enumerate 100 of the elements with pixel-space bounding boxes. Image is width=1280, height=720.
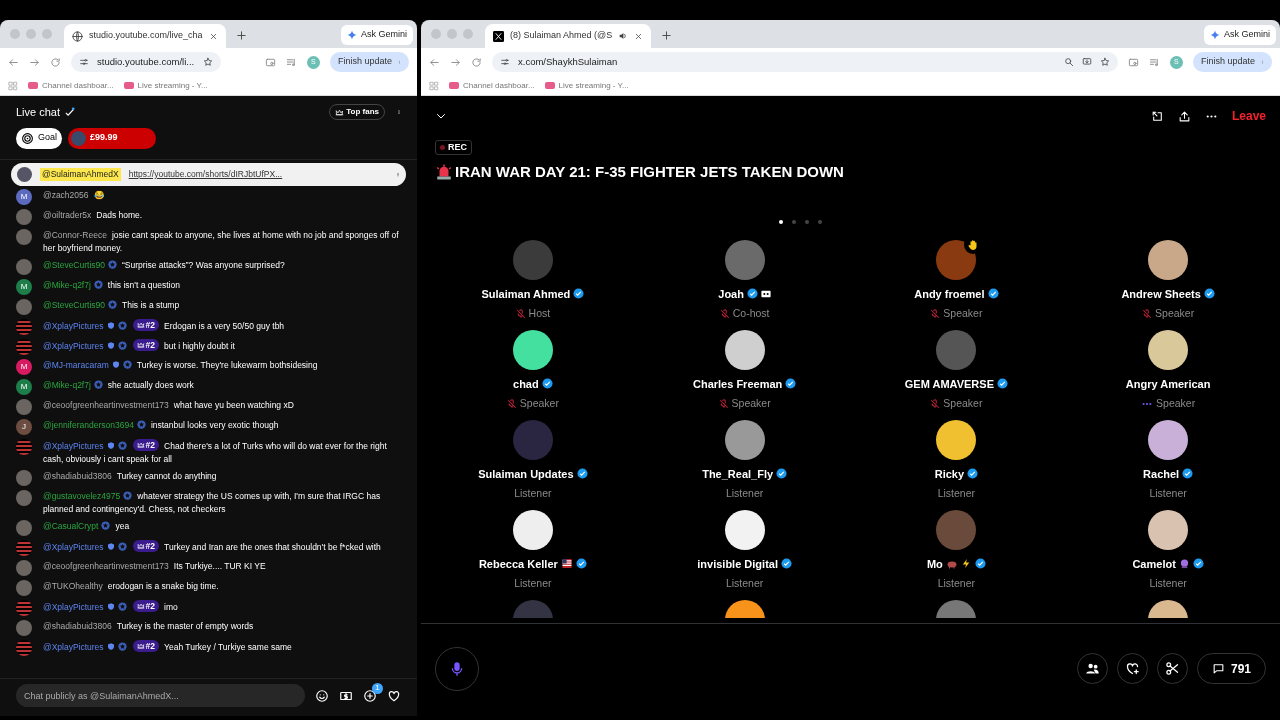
avatar — [16, 399, 32, 415]
pinned-message[interactable]: @SulaimanAhmedX https://youtube.com/shorts/dIRJbtUfPX... — [11, 163, 406, 186]
goal-button[interactable]: Goal — [16, 127, 62, 149]
playlist-icon[interactable] — [1148, 56, 1160, 68]
finish-update-button[interactable]: Finish update — [329, 52, 409, 72]
participant-name: chad — [513, 376, 539, 392]
back-icon[interactable] — [8, 56, 19, 68]
tab-search-icon[interactable] — [264, 56, 276, 68]
add-icon[interactable] — [363, 688, 377, 703]
star-icon[interactable] — [1099, 57, 1110, 67]
rank-badge: #2 — [132, 600, 160, 612]
participant-role: Listener — [514, 486, 552, 501]
reload-icon[interactable] — [50, 56, 61, 68]
crown-icon — [335, 107, 345, 117]
avatar[interactable] — [936, 239, 977, 280]
super-chat-ticker[interactable]: £99.99 — [68, 127, 156, 149]
tab-title: studio.youtube.com/live_cha — [89, 29, 203, 43]
star-icon[interactable] — [203, 57, 213, 67]
browser-tab[interactable]: studio.youtube.com/live_cha — [64, 24, 226, 48]
new-tab-icon[interactable] — [661, 30, 673, 41]
chat-message: @XplayPictures #2 Yeah Turkey / Turkiye same same — [43, 640, 292, 654]
close-icon[interactable] — [634, 31, 644, 41]
crown-icon — [136, 321, 145, 329]
participant-name: Charles Freeman — [693, 376, 783, 392]
back-icon[interactable] — [429, 56, 440, 68]
share-icon[interactable] — [1177, 109, 1191, 123]
scissors-icon — [1164, 661, 1180, 677]
new-tab-icon[interactable] — [235, 30, 247, 41]
picture-in-picture-icon[interactable] — [1150, 109, 1164, 123]
emoji-icon[interactable] — [315, 688, 329, 703]
install-icon[interactable] — [1081, 57, 1092, 67]
notification-badge: 1 — [372, 682, 383, 694]
avatar[interactable] — [512, 509, 553, 550]
participant-role: Listener — [725, 486, 764, 501]
participant-role: Listener — [937, 576, 976, 591]
speaker-icon[interactable] — [618, 31, 629, 41]
people-icon — [1084, 661, 1100, 677]
microphone-icon — [449, 660, 465, 677]
playlist-icon[interactable] — [285, 56, 297, 68]
address-text: studio.youtube.com/li... — [97, 54, 195, 69]
rank-badge: #2 — [132, 339, 160, 351]
avatar[interactable] — [936, 419, 977, 460]
forward-icon[interactable] — [29, 56, 40, 68]
message-link[interactable]: https://youtube.com/shorts/dIRJbtUfPX... — [128, 168, 388, 181]
participant-role: Co-host — [732, 306, 770, 321]
reload-icon[interactable] — [471, 56, 482, 68]
avatar[interactable] — [724, 419, 765, 460]
crown-icon — [136, 441, 145, 449]
flag-icon — [560, 559, 573, 569]
bookmark-link[interactable]: Live streaming - Y... — [123, 79, 208, 92]
comment-icon — [1211, 662, 1225, 676]
tab-search-icon[interactable] — [1127, 56, 1139, 68]
ask-gemini-button[interactable]: Ask Gemini — [1204, 25, 1276, 45]
rank-badge: #2 — [132, 319, 160, 331]
tab-title: (8) Sulaiman Ahmed (@S — [510, 29, 613, 43]
finish-update-button[interactable]: Finish update — [1192, 52, 1272, 72]
avatar: M — [16, 379, 32, 395]
chat-title: Live chat — [16, 104, 61, 120]
avatar — [16, 470, 32, 486]
chat-message: @ceoofgreenheartinvestment173 Its Turkiye.... TUR KI YE — [43, 560, 266, 573]
bookmark-link[interactable]: Channel dashboar... — [449, 79, 535, 92]
chat-input-field[interactable]: Chat publicly as @SulaimanAhmedX... — [16, 684, 305, 707]
avatar[interactable] — [724, 509, 765, 550]
chat-message: @MJ-maracaram Turkey is worse. They're lukewarm bothsidesing — [43, 359, 318, 372]
participant-role: Speaker — [731, 396, 771, 411]
chat-message: @CasualCrypt yea — [43, 520, 130, 533]
participant-role: Speaker — [943, 396, 983, 411]
browser-tab[interactable]: (8) Sulaiman Ahmed (@S — [485, 24, 652, 48]
avatar[interactable] — [1148, 239, 1189, 280]
participant-role: Listener — [937, 486, 976, 501]
bookmark-link[interactable]: Live streaming - Y... — [544, 79, 629, 92]
avatar[interactable] — [724, 329, 765, 370]
address-bar[interactable]: studio.youtube.com/li... — [71, 52, 221, 72]
check-icon — [64, 106, 76, 118]
zoom-icon[interactable] — [1063, 57, 1074, 67]
play-logo-icon — [544, 82, 555, 89]
participant-name: Rebecca Keller — [478, 556, 558, 572]
avatar[interactable] — [1148, 419, 1189, 460]
avatar — [16, 439, 32, 455]
participant-name: Mo — [926, 556, 943, 572]
avatar[interactable] — [1148, 509, 1189, 550]
crown-icon — [136, 602, 145, 610]
chat-message: @Mike-q2f7j she actually does work — [43, 379, 194, 392]
leave-button[interactable]: Leave — [1231, 107, 1266, 125]
crown-icon — [136, 341, 145, 349]
chat-message: @XplayPictures #2 Turkey and Iran are the ones that shouldn't be f*cked with — [43, 540, 381, 554]
bookmark-link[interactable]: Channel dashboar... — [28, 79, 114, 92]
author-name: @SulaimanAhmedX — [40, 168, 121, 181]
heart-icon[interactable] — [387, 688, 401, 703]
avatar[interactable] — [1148, 329, 1189, 370]
participant-name: Andrew Sheets — [1121, 286, 1201, 302]
crown-icon — [136, 542, 145, 550]
avatar: M — [16, 359, 32, 375]
address-text: x.com/ShaykhSulaiman — [518, 54, 619, 69]
participant-name: Ricky — [934, 466, 965, 482]
address-bar[interactable]: x.com/ShaykhSulaiman — [492, 52, 1118, 72]
avatar[interactable] — [512, 329, 553, 370]
ask-gemini-button[interactable]: Ask Gemini — [341, 25, 413, 45]
forward-icon[interactable] — [450, 56, 461, 68]
close-icon[interactable] — [208, 31, 218, 41]
